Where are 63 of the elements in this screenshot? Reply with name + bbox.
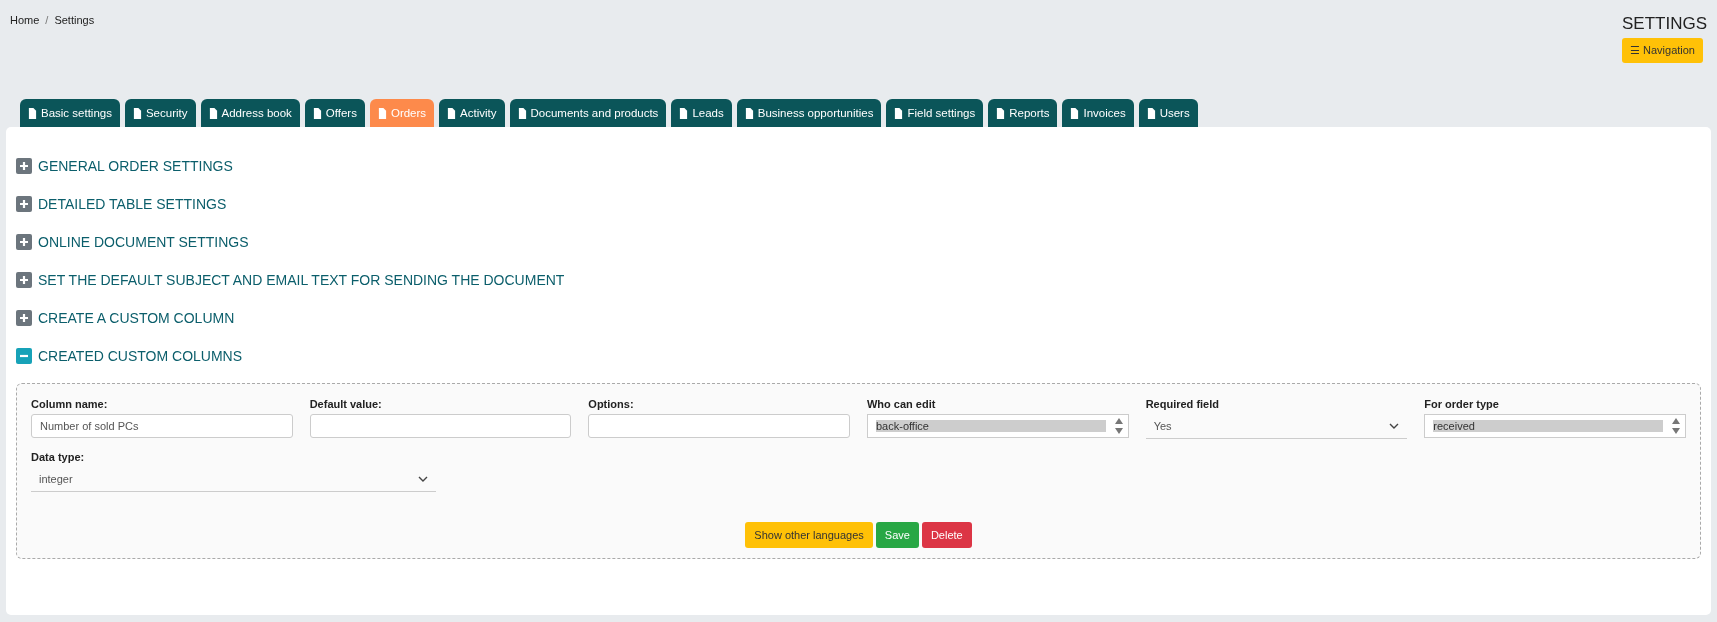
document-icon [132, 107, 142, 119]
settings-tab[interactable]: Invoices [1062, 99, 1134, 127]
text-field[interactable] [309, 414, 572, 438]
document-icon [1070, 107, 1080, 119]
settings-tab[interactable]: Documents and products [509, 99, 667, 127]
chevron-down-icon [1389, 423, 1400, 429]
page-title: SETTINGS [1622, 14, 1707, 34]
field-label: Data type: [31, 451, 86, 463]
field-label: Who can edit [867, 398, 937, 410]
document-icon [28, 107, 37, 119]
settings-tab[interactable]: Address book [200, 99, 300, 127]
document-icon [312, 107, 322, 119]
collapse-icon[interactable] [16, 348, 32, 364]
field-label: For order type [1424, 398, 1500, 410]
section-title[interactable]: ONLINE DOCUMENT SETTINGS [38, 234, 249, 250]
scroll-arrows-icon[interactable] [1671, 417, 1681, 435]
settings-tab[interactable]: Business opportunities [736, 99, 882, 127]
scroll-arrows-icon[interactable] [1113, 417, 1124, 435]
breadcrumb-link[interactable]: Home [10, 14, 40, 92]
expand-icon[interactable] [16, 272, 32, 288]
expand-icon[interactable] [16, 234, 32, 250]
settings-tab[interactable]: Offers [304, 99, 365, 127]
list-option[interactable]: back-office [876, 420, 1106, 432]
settings-tab[interactable]: Field settings [886, 99, 984, 127]
document-icon [996, 107, 1006, 119]
settings-tab[interactable]: Leads [671, 99, 732, 127]
document-icon [744, 107, 754, 119]
select-field[interactable]: integer [31, 467, 437, 492]
settings-tab[interactable]: Security [124, 99, 196, 127]
document-icon [1146, 107, 1156, 119]
text-field[interactable]: Number of sold PCs [31, 414, 293, 438]
form-button[interactable]: Delete [921, 522, 972, 548]
list-option[interactable]: received [1433, 420, 1663, 432]
section-title[interactable]: DETAILED TABLE SETTINGS [38, 196, 227, 212]
breadcrumb-separator: / [45, 14, 49, 28]
section-title[interactable]: CREATE A CUSTOM COLUMN [38, 310, 235, 326]
expand-icon[interactable] [16, 196, 32, 212]
field-label: Required field [1145, 398, 1220, 410]
section-title[interactable]: SET THE DEFAULT SUBJECT AND EMAIL TEXT FOR SENDING THE DOCUMENT [38, 272, 565, 288]
section-title[interactable]: GENERAL ORDER SETTINGS [38, 158, 233, 174]
field-label: Options: [588, 398, 635, 410]
settings-tab[interactable]: Reports [988, 99, 1058, 127]
field-label: Column name: [31, 398, 109, 410]
multiselect-list[interactable]: received [1424, 414, 1686, 438]
text-field[interactable] [588, 414, 850, 438]
expand-icon[interactable] [16, 158, 32, 174]
chevron-down-icon [418, 476, 429, 482]
document-icon [208, 107, 218, 119]
section-title[interactable]: CREATED CUSTOM COLUMNS [38, 348, 243, 364]
multiselect-list[interactable]: back-office [867, 414, 1129, 438]
select-field[interactable]: Yes [1145, 414, 1408, 439]
settings-tab[interactable]: Basic settings [20, 99, 120, 127]
document-icon [377, 107, 387, 119]
form-button[interactable]: Show other languages [745, 522, 873, 548]
settings-tab[interactable]: Users [1138, 99, 1198, 127]
document-icon [679, 107, 689, 119]
document-icon [447, 107, 457, 119]
document-icon [894, 107, 904, 119]
settings-tab[interactable]: Activity [439, 99, 505, 127]
navigation-button[interactable]: ☰ Navigation [1621, 38, 1703, 63]
field-label: Default value: [309, 398, 383, 410]
expand-icon[interactable] [16, 310, 32, 326]
document-icon [517, 107, 527, 119]
